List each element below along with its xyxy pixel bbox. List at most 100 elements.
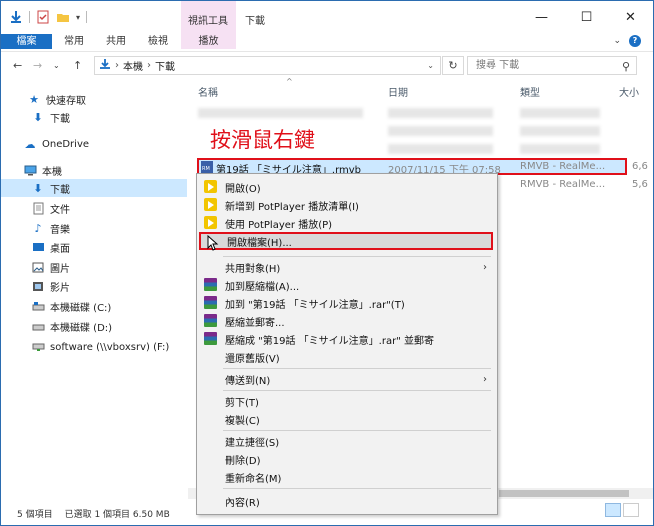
forward-arrow-icon[interactable]: → bbox=[33, 59, 42, 72]
sidebar-item-downloads[interactable]: ⬇ 下載 bbox=[1, 179, 187, 197]
sidebar-item-music[interactable]: ♪ 音樂 bbox=[1, 219, 187, 237]
next-file-size: 5,6 bbox=[632, 179, 648, 190]
address-bar[interactable]: › 本機 › 下載 ⌄ bbox=[94, 56, 441, 75]
sidebar-item-documents[interactable]: 文件 bbox=[1, 199, 187, 217]
document-icon bbox=[31, 201, 45, 215]
sidebar-item-label: software (\\vboxsrv) (F:) bbox=[50, 341, 170, 353]
sidebar-item-drive-d[interactable]: 本機磁碟 (D:) bbox=[1, 317, 187, 335]
menu-item-add-to-archive[interactable]: 加到壓縮檔(A)... bbox=[197, 276, 497, 294]
recent-locations-icon[interactable]: ⌄ bbox=[53, 61, 60, 70]
refresh-button[interactable]: ↻ bbox=[442, 56, 464, 75]
navigation-pane: ★ 快速存取 ⬇ 下載 ☁ OneDrive 本機 ⬇ 下載 文件 ♪ 音樂 桌… bbox=[1, 81, 187, 501]
breadcrumb-this-pc[interactable]: 本機 bbox=[123, 58, 143, 73]
column-header-name[interactable]: 名稱 bbox=[198, 84, 218, 99]
menu-item-cut[interactable]: 剪下(T) bbox=[197, 392, 497, 410]
sidebar-item-drive-c[interactable]: 本機磁碟 (C:) bbox=[1, 297, 187, 315]
star-icon: ★ bbox=[29, 92, 39, 106]
close-button[interactable]: ✕ bbox=[608, 1, 653, 34]
column-header-type[interactable]: 類型 bbox=[520, 84, 540, 99]
menu-item-add-to-rar[interactable]: 加到 "第19話 「ミサイル注意」.rar"(T) bbox=[197, 294, 497, 312]
tab-view[interactable]: 檢視 bbox=[143, 34, 173, 49]
help-icon[interactable]: ? bbox=[629, 35, 641, 47]
file-type: RMVB - RealMe... bbox=[520, 161, 606, 172]
address-row: ← → ⌄ ↑ › 本機 › 下載 ⌄ ↻ 搜尋 下載 ⚲ bbox=[1, 51, 653, 79]
menu-item-open[interactable]: 開啟(O) bbox=[197, 178, 497, 196]
search-input[interactable]: 搜尋 下載 ⚲ bbox=[467, 56, 637, 75]
sidebar-item-label: 音樂 bbox=[50, 224, 70, 236]
tab-home[interactable]: 常用 bbox=[59, 34, 89, 49]
window-title: 下載 bbox=[245, 16, 265, 27]
picture-icon bbox=[31, 260, 45, 274]
menu-item-label: 新增到 PotPlayer 播放清單(I) bbox=[225, 201, 359, 213]
sidebar-item-videos[interactable]: 影片 bbox=[1, 277, 187, 295]
music-icon: ♪ bbox=[34, 221, 42, 235]
ribbon-tabs: 檔案 常用 共用 檢視 播放 ⌄ ? bbox=[1, 34, 653, 49]
svg-text:RM: RM bbox=[202, 166, 210, 172]
address-dropdown-icon[interactable]: ⌄ bbox=[427, 61, 434, 70]
back-arrow-icon[interactable]: ← bbox=[13, 59, 22, 72]
menu-item-label: 共用對象(H) bbox=[225, 263, 281, 275]
menu-item-play-with-potplayer[interactable]: 使用 PotPlayer 播放(P) bbox=[197, 214, 497, 232]
blurred-file-name bbox=[198, 108, 363, 118]
potplayer-icon bbox=[204, 180, 217, 193]
menu-item-send-to[interactable]: 傳送到(N) › bbox=[197, 370, 497, 388]
maximize-button[interactable]: ☐ bbox=[564, 1, 609, 34]
large-icons-view-button[interactable] bbox=[623, 503, 639, 517]
sidebar-item-drive-f[interactable]: software (\\vboxsrv) (F:) bbox=[1, 338, 187, 356]
tab-share[interactable]: 共用 bbox=[101, 34, 131, 49]
menu-item-compress-to-rar-and-email[interactable]: 壓縮成 "第19話 「ミサイル注意」.rar" 並郵寄 bbox=[197, 330, 497, 348]
up-arrow-icon[interactable]: ↑ bbox=[73, 59, 82, 72]
menu-item-properties[interactable]: 內容(R) bbox=[197, 492, 497, 510]
sidebar-item-onedrive[interactable]: ☁ OneDrive bbox=[1, 135, 187, 153]
sidebar-item-label: 下載 bbox=[50, 113, 70, 125]
download-arrow-icon[interactable] bbox=[9, 10, 23, 24]
breadcrumb-separator-icon: › bbox=[115, 60, 119, 71]
menu-item-compress-and-email[interactable]: 壓縮並郵寄... bbox=[197, 312, 497, 330]
properties-icon[interactable] bbox=[36, 10, 50, 24]
sidebar-item-downloads-quick[interactable]: ⬇ 下載 bbox=[1, 108, 187, 126]
blurred-file-date bbox=[388, 108, 493, 118]
expand-ribbon-icon[interactable]: ⌄ bbox=[613, 36, 621, 46]
sidebar-item-label: 本機 bbox=[42, 166, 62, 178]
menu-item-rename[interactable]: 重新命名(M) bbox=[197, 468, 497, 486]
blurred-file-type bbox=[520, 144, 600, 154]
menu-item-label: 傳送到(N) bbox=[225, 375, 271, 387]
breadcrumb-downloads[interactable]: 下載 bbox=[155, 58, 175, 73]
qa-customize-icon[interactable]: ▾ bbox=[76, 13, 80, 22]
tab-file[interactable]: 檔案 bbox=[1, 34, 52, 49]
scrollbar-thumb[interactable] bbox=[499, 490, 629, 497]
sidebar-item-pictures[interactable]: 圖片 bbox=[1, 258, 187, 276]
menu-item-create-shortcut[interactable]: 建立捷徑(S) bbox=[197, 432, 497, 450]
details-view-button[interactable] bbox=[605, 503, 621, 517]
menu-item-label: 開啟檔案(H)... bbox=[227, 237, 292, 249]
sidebar-item-desktop[interactable]: 桌面 bbox=[1, 238, 187, 256]
file-size: 6,6 bbox=[632, 161, 648, 172]
menu-item-copy[interactable]: 複製(C) bbox=[197, 410, 497, 428]
menu-item-label: 建立捷徑(S) bbox=[225, 437, 280, 449]
search-placeholder: 搜尋 下載 bbox=[476, 60, 520, 71]
menu-item-label: 內容(R) bbox=[225, 497, 260, 509]
desktop-icon bbox=[31, 240, 45, 254]
drive-icon bbox=[31, 299, 45, 313]
menu-item-delete[interactable]: 刪除(D) bbox=[197, 450, 497, 468]
menu-item-open-file-location[interactable]: 開啟檔案(H)... bbox=[199, 232, 493, 250]
menu-item-add-to-potplayer-playlist[interactable]: 新增到 PotPlayer 播放清單(I) bbox=[197, 196, 497, 214]
tab-play[interactable]: 播放 bbox=[181, 34, 236, 49]
menu-item-label: 還原舊版(V) bbox=[225, 353, 280, 365]
cloud-icon: ☁ bbox=[24, 137, 36, 151]
sidebar-item-this-pc[interactable]: 本機 bbox=[1, 161, 187, 179]
minimize-button[interactable]: — bbox=[519, 1, 564, 34]
menu-separator bbox=[223, 390, 491, 391]
menu-item-restore-previous-versions[interactable]: 還原舊版(V) bbox=[197, 348, 497, 366]
column-header-size[interactable]: 大小 bbox=[619, 84, 639, 99]
blurred-file-date bbox=[388, 144, 493, 154]
refresh-icon: ↻ bbox=[448, 59, 458, 72]
sidebar-item-quick-access[interactable]: ★ 快速存取 bbox=[1, 90, 187, 108]
column-header-date[interactable]: 日期 bbox=[388, 84, 408, 99]
sidebar-item-label: 影片 bbox=[50, 282, 70, 294]
sidebar-item-label: 本機磁碟 (D:) bbox=[50, 322, 113, 334]
menu-item-share-with[interactable]: 共用對象(H) › bbox=[197, 258, 497, 276]
new-folder-icon[interactable] bbox=[56, 10, 70, 24]
video-icon bbox=[31, 279, 45, 293]
menu-item-label: 開啟(O) bbox=[225, 183, 261, 195]
